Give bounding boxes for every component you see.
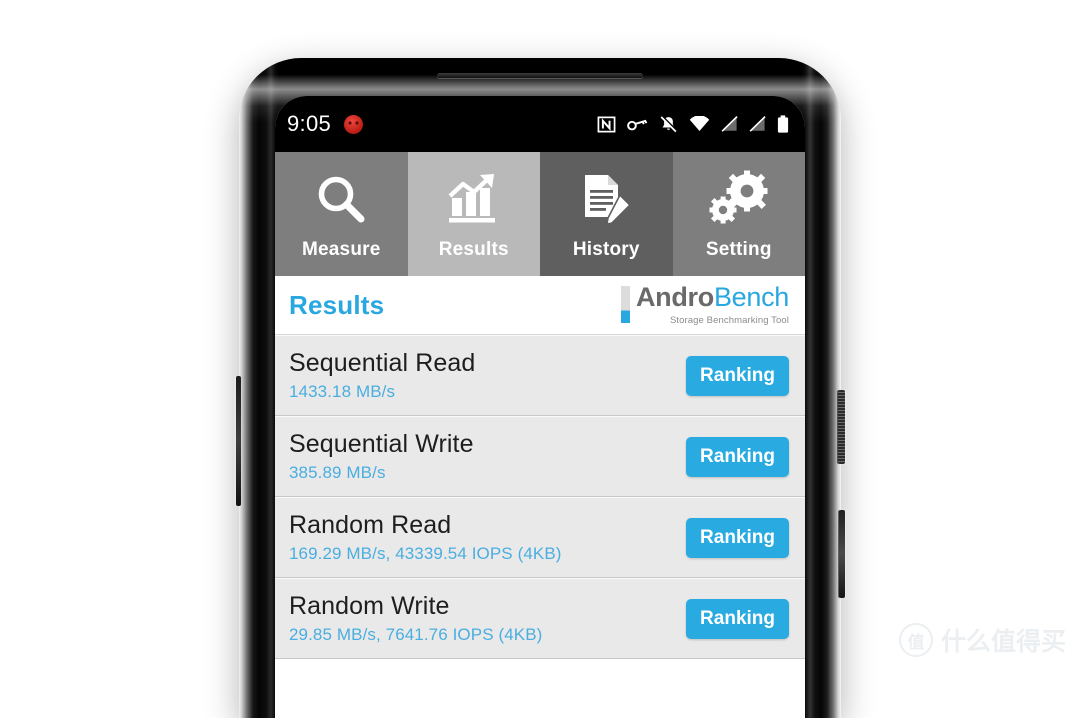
result-row-sequential-read[interactable]: Sequential Read 1433.18 MB/s Ranking (275, 335, 805, 416)
signal-no-sim-1-icon (721, 116, 738, 132)
tab-setting-label: Setting (705, 238, 772, 260)
watermark-mark: 值 (898, 623, 933, 657)
tab-results-label: Results (438, 238, 509, 260)
result-row-random-read[interactable]: Random Read 169.29 MB/s, 43339.54 IOPS (… (275, 497, 805, 578)
watermark: 值 什么值得买 (898, 622, 1066, 658)
phone-screen: 9:05 Measure Results History Setting Res… (275, 96, 805, 718)
result-title: Sequential Write (289, 430, 474, 458)
vpn-key-icon (627, 119, 648, 130)
status-icon-group (597, 114, 789, 134)
result-row-random-write[interactable]: Random Write 29.85 MB/s, 7641.76 IOPS (4… (275, 578, 805, 659)
watermark-text: 什么值得买 (940, 627, 1066, 656)
earpiece-speaker (437, 73, 643, 78)
tab-measure[interactable]: Measure (275, 152, 408, 276)
tab-bar: Measure Results History Setting (275, 152, 805, 276)
magnifier-icon (311, 168, 371, 230)
tab-setting[interactable]: Setting (672, 152, 805, 276)
logo-bar-icon (620, 286, 630, 323)
androbench-logo: AndroBench Storage Benchmarking Tool (620, 282, 789, 326)
notifications-muted-icon (660, 114, 678, 132)
result-title: Random Read (289, 511, 452, 539)
tab-history[interactable]: History (540, 152, 673, 276)
ranking-button[interactable]: Ranking (686, 355, 789, 396)
ranking-button[interactable]: Ranking (686, 598, 789, 639)
red-app-notification-icon (344, 114, 364, 134)
phone-device: 9:05 Measure Results History Setting Res… (236, 58, 845, 718)
result-value: 385.89 MB/s (289, 463, 386, 482)
power-button[interactable] (838, 390, 845, 464)
page-header: Results AndroBench Storage Benchmarking … (275, 276, 805, 335)
battery-icon (777, 115, 789, 133)
results-list: Sequential Read 1433.18 MB/s Ranking Seq… (275, 335, 805, 659)
result-title: Random Write (289, 592, 450, 620)
tab-measure-label: Measure (302, 238, 381, 260)
nfc-icon (597, 116, 616, 132)
logo-tagline: Storage Benchmarking Tool (669, 315, 789, 326)
bar-chart-arrow-icon (444, 168, 504, 230)
result-value: 29.85 MB/s, 7641.76 IOPS (4KB) (289, 625, 543, 644)
tab-history-label: History (572, 238, 640, 260)
logo-brand-second: Bench (713, 282, 789, 312)
result-title: Sequential Read (289, 349, 476, 377)
document-pencil-icon (576, 168, 636, 230)
ranking-button[interactable]: Ranking (686, 436, 789, 477)
volume-button[interactable] (839, 510, 845, 598)
ranking-button[interactable]: Ranking (686, 517, 789, 558)
page-title: Results (289, 289, 385, 320)
logo-brand-first: Andro (635, 282, 714, 312)
tab-results[interactable]: Results (407, 152, 540, 276)
left-side-button[interactable] (236, 376, 241, 506)
result-value: 1433.18 MB/s (289, 382, 396, 401)
result-value: 169.29 MB/s, 43339.54 IOPS (4KB) (289, 544, 562, 563)
signal-no-sim-2-icon (749, 116, 766, 132)
wifi-icon (689, 116, 710, 131)
gears-icon (708, 168, 770, 230)
status-clock: 9:05 (287, 111, 332, 136)
result-row-sequential-write[interactable]: Sequential Write 385.89 MB/s Ranking (275, 416, 805, 497)
status-bar: 9:05 (275, 96, 805, 152)
